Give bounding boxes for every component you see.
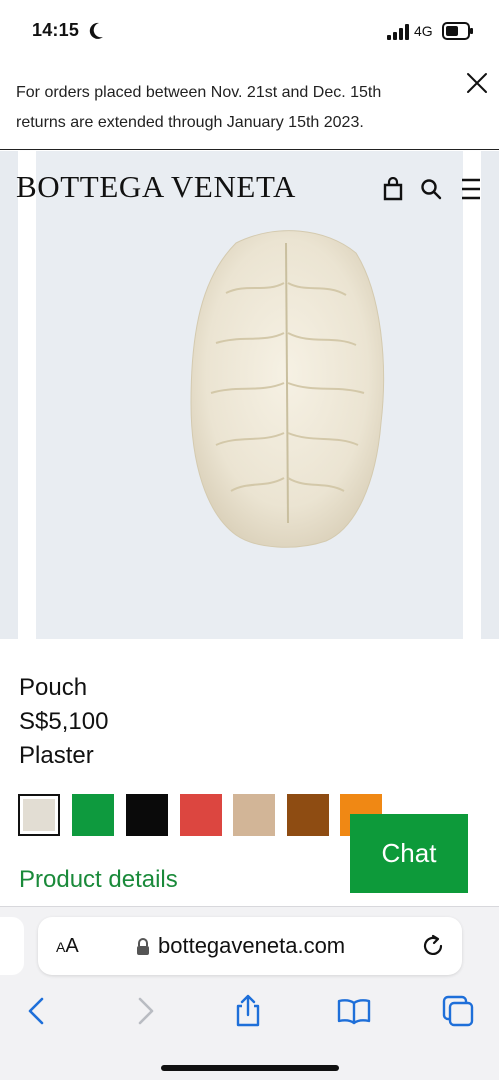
swatch-red-fill	[180, 794, 222, 836]
swatch-green-fill	[72, 794, 114, 836]
swatch-plaster[interactable]	[18, 794, 60, 836]
chat-button[interactable]: Chat	[350, 814, 468, 893]
previous-tab-preview[interactable]	[0, 917, 24, 975]
signal-icon	[387, 24, 409, 40]
forward-icon[interactable]	[126, 993, 162, 1029]
status-time: 14:15	[32, 20, 80, 40]
home-indicator	[161, 1065, 339, 1071]
status-bar: 14:15 4G	[0, 0, 499, 62]
bag-icon[interactable]	[382, 177, 404, 201]
reload-icon[interactable]	[420, 933, 446, 959]
network-label: 4G	[414, 23, 433, 39]
swatch-brown[interactable]	[287, 794, 329, 836]
share-icon[interactable]	[230, 993, 266, 1029]
swatch-green[interactable]	[72, 794, 114, 836]
address-bar[interactable]: AA bottegaveneta.com	[38, 917, 462, 975]
browser-toolbar: AA bottegaveneta.com	[0, 906, 499, 1080]
product-image	[190, 230, 385, 548]
swatch-plaster-fill	[23, 799, 55, 831]
swatch-beige[interactable]	[233, 794, 275, 836]
swatch-red[interactable]	[180, 794, 222, 836]
swatch-brown-fill	[287, 794, 329, 836]
swatch-black-fill	[126, 794, 168, 836]
text-size-large-a: A	[65, 935, 79, 957]
product-details-link[interactable]: Product details	[19, 866, 178, 894]
promo-text-line1: For orders placed between Nov. 21st and …	[16, 84, 382, 101]
product-price: S$5,100	[19, 708, 109, 735]
back-icon[interactable]	[20, 993, 56, 1029]
gallery-main-image[interactable]	[36, 151, 463, 639]
moon-icon	[89, 22, 103, 39]
menu-icon[interactable]	[458, 177, 482, 201]
text-size-small-a: A	[56, 939, 66, 955]
bookmarks-icon[interactable]	[336, 993, 372, 1029]
swatch-beige-fill	[233, 794, 275, 836]
product-color: Plaster	[19, 742, 94, 769]
promo-text-line2: returns are extended through January 15t…	[16, 114, 364, 131]
close-icon[interactable]	[462, 68, 492, 98]
swatch-black[interactable]	[126, 794, 168, 836]
product-name: Pouch	[19, 674, 88, 701]
search-icon[interactable]	[420, 178, 442, 200]
product-gallery[interactable]: BOTTEGA VENETA	[0, 151, 499, 639]
text-size-button[interactable]: AA	[56, 935, 79, 958]
gallery-prev-image[interactable]	[0, 151, 18, 639]
url-text[interactable]: bottegaveneta.com	[158, 933, 345, 959]
lock-icon	[137, 938, 149, 955]
tabs-icon[interactable]	[440, 993, 476, 1029]
battery-icon	[442, 22, 473, 40]
brand-logo[interactable]: BOTTEGA VENETA	[16, 169, 296, 205]
gallery-next-image[interactable]	[481, 151, 499, 639]
promo-banner: For orders placed between Nov. 21st and …	[0, 62, 499, 150]
